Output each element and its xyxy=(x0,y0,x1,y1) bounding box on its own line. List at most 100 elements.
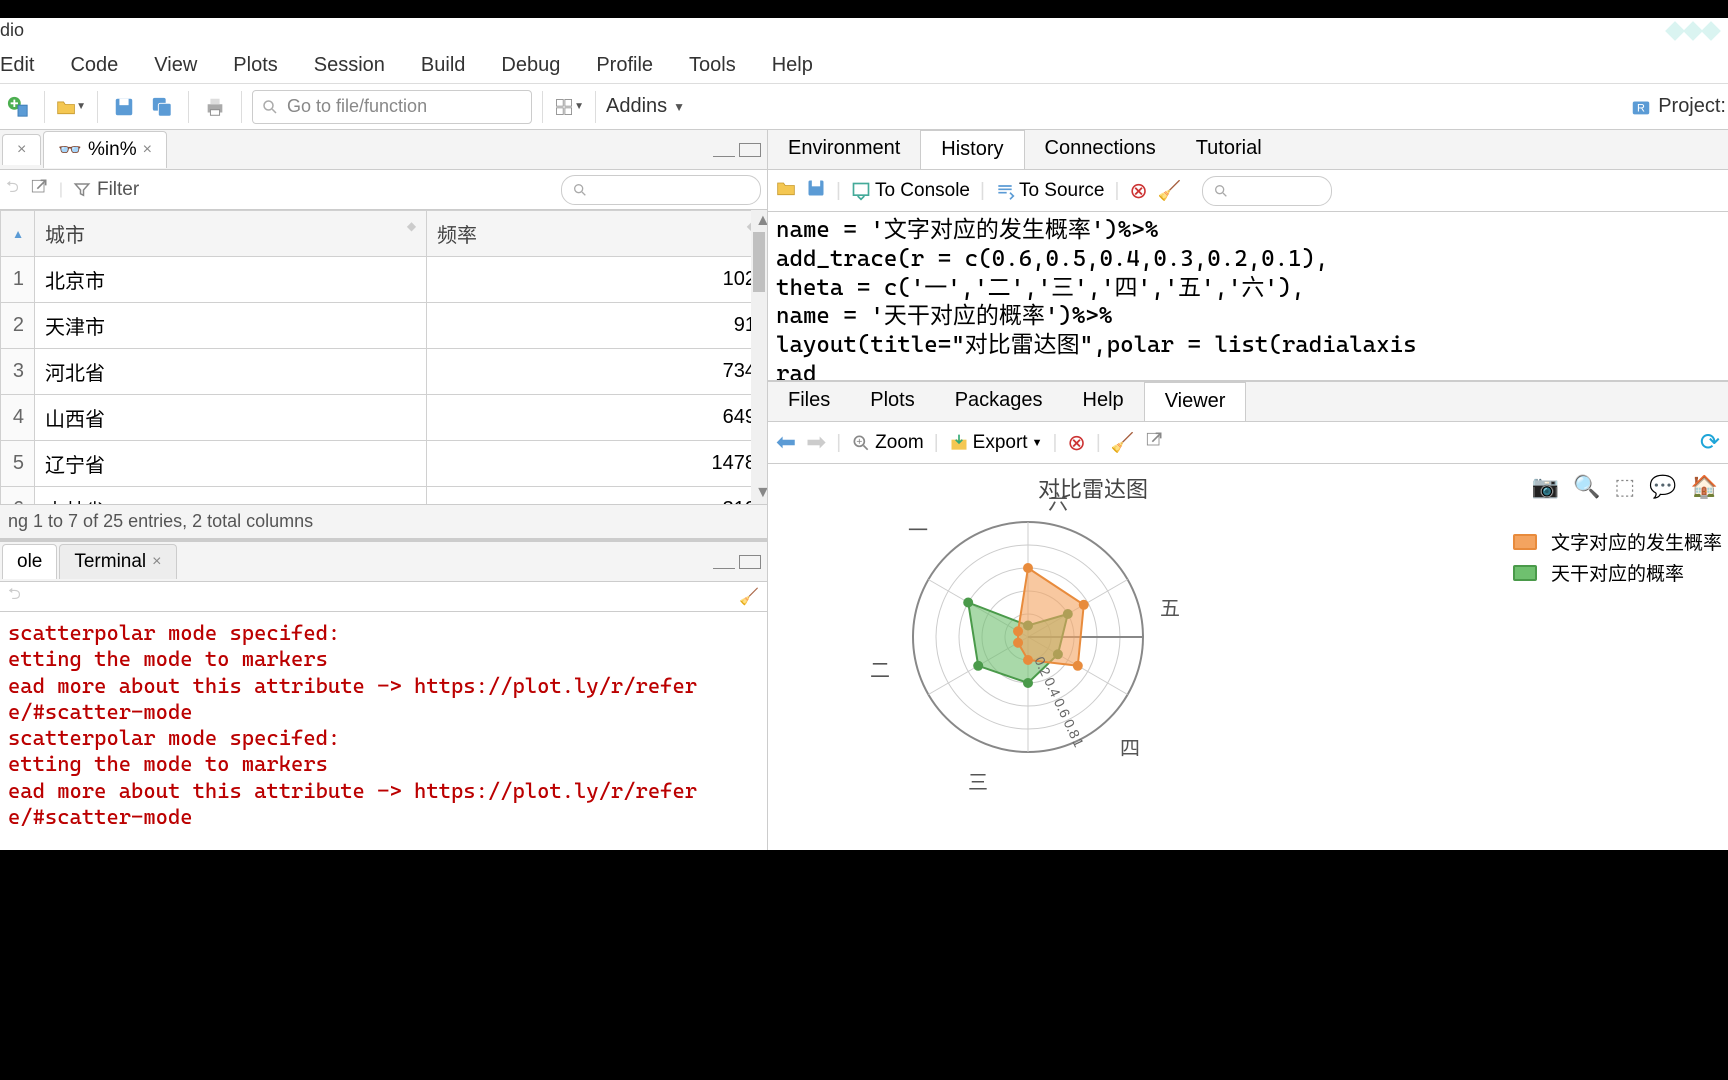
menu-view[interactable]: View xyxy=(154,54,197,77)
axis-label-2: 二 xyxy=(870,654,890,683)
save-button[interactable] xyxy=(108,91,140,123)
lasso-icon[interactable]: 💬 xyxy=(1649,474,1676,500)
to-source-button[interactable]: To Source xyxy=(995,180,1105,202)
popout-icon[interactable] xyxy=(29,177,49,202)
title-bar: dio xyxy=(0,18,1728,48)
menu-code[interactable]: Code xyxy=(70,54,118,77)
filter-button[interactable]: Filter xyxy=(73,179,139,201)
project-menu[interactable]: RProject: xyxy=(1630,95,1726,118)
close-icon[interactable]: × xyxy=(17,141,26,159)
menu-bar: Edit Code View Plots Session Build Debug… xyxy=(0,48,1728,84)
to-console-button[interactable]: To Console xyxy=(851,180,970,202)
table-row[interactable]: 6吉林省312 xyxy=(1,487,767,505)
open-icon[interactable] xyxy=(776,178,796,204)
goto-placeholder: Go to file/function xyxy=(287,96,427,117)
console-tab[interactable]: ole xyxy=(2,544,57,579)
console-tabs: ole Terminal× xyxy=(0,542,767,582)
legend-label-2[interactable]: 天干对应的概率 xyxy=(1551,559,1684,586)
col-city-header[interactable]: 城市◆ xyxy=(35,211,427,257)
tab-files[interactable]: Files xyxy=(768,382,850,421)
axis-label-6: 六 xyxy=(1048,486,1068,515)
menu-profile[interactable]: Profile xyxy=(596,54,653,77)
export-button[interactable]: Export▼ xyxy=(949,432,1043,454)
minimize-pane-icon[interactable] xyxy=(713,555,735,569)
table-scrollbar[interactable]: ▲▼ xyxy=(751,210,767,504)
broom-icon[interactable]: 🧹 xyxy=(1111,431,1135,455)
axis-label-1: 一 xyxy=(908,514,928,543)
tab-tutorial[interactable]: Tutorial xyxy=(1176,130,1282,169)
tab-packages[interactable]: Packages xyxy=(935,382,1063,421)
svg-text:R: R xyxy=(1637,102,1645,114)
legend-swatch-2 xyxy=(1513,565,1543,581)
menu-help[interactable]: Help xyxy=(772,54,813,77)
remove-icon[interactable]: ⊗ xyxy=(1067,430,1085,456)
table-row[interactable]: 5辽宁省1478 xyxy=(1,441,767,487)
axis-label-5: 五 xyxy=(1160,592,1180,621)
save-all-button[interactable] xyxy=(146,91,178,123)
menu-session[interactable]: Session xyxy=(314,54,385,77)
table-status: ng 1 to 7 of 25 entries, 2 total columns xyxy=(0,504,767,538)
save-icon[interactable] xyxy=(806,178,826,204)
refresh-icon[interactable]: ⟳ xyxy=(1700,428,1720,457)
source-tab-1[interactable]: × xyxy=(2,134,41,165)
select-icon[interactable]: ⬚ xyxy=(1614,474,1635,500)
menu-build[interactable]: Build xyxy=(421,54,465,77)
row-index-header[interactable]: ▲ xyxy=(1,211,35,257)
axis-label-3: 三 xyxy=(968,766,988,795)
watermark xyxy=(1668,24,1718,42)
menu-plots[interactable]: Plots xyxy=(233,54,277,77)
goto-file-input[interactable]: Go to file/function xyxy=(252,90,532,124)
legend-swatch-1 xyxy=(1513,534,1543,550)
tab-connections[interactable]: Connections xyxy=(1025,130,1176,169)
menu-edit[interactable]: Edit xyxy=(0,54,34,77)
camera-icon[interactable]: 📷 xyxy=(1532,474,1559,500)
close-icon[interactable]: × xyxy=(143,141,152,159)
zoom-button[interactable]: Zoom xyxy=(851,432,924,454)
maximize-pane-icon[interactable] xyxy=(739,143,761,157)
plotly-toolbar: 📷 🔍 ⬚ 💬 🏠 xyxy=(1532,474,1718,500)
source-tab-2[interactable]: 👓%in%× xyxy=(43,131,167,168)
terminal-tab[interactable]: Terminal× xyxy=(59,544,176,579)
history-search-input[interactable] xyxy=(1202,176,1332,206)
broom-icon[interactable]: 🧹 xyxy=(739,587,759,607)
table-row[interactable]: 1北京市102 xyxy=(1,257,767,303)
popout-viewer-icon[interactable] xyxy=(1144,430,1164,456)
maximize-pane-icon[interactable] xyxy=(739,555,761,569)
print-button[interactable] xyxy=(199,91,231,123)
home-icon[interactable]: 🏠 xyxy=(1691,474,1718,500)
bottom-black-bar xyxy=(0,850,1728,1080)
col-freq-header[interactable]: 频率◆ xyxy=(427,211,767,257)
history-content[interactable]: name = '文字对应的发生概率')%>% add_trace(r = c(0… xyxy=(768,212,1728,380)
tab-help[interactable]: Help xyxy=(1063,382,1144,421)
table-search-input[interactable] xyxy=(561,175,761,205)
grid-button[interactable]: ▼ xyxy=(553,91,585,123)
data-table: ▲ 城市◆ 频率◆ 1北京市1022天津市913河北省7344山西省6495辽宁… xyxy=(0,210,767,504)
main-toolbar: ▼ Go to file/function ▼ Addins▼ RProject… xyxy=(0,84,1728,130)
addins-menu[interactable]: Addins▼ xyxy=(606,95,685,118)
svg-text:0.4: 0.4 xyxy=(1041,675,1064,700)
env-tabs: Environment History Connections Tutorial xyxy=(768,130,1728,170)
console-back-icon[interactable]: ⮌ xyxy=(8,583,21,610)
new-file-button[interactable] xyxy=(2,91,34,123)
chart-legend: 文字对应的发生概率 天干对应的概率 xyxy=(1513,524,1722,590)
zoom-tool-icon[interactable]: 🔍 xyxy=(1573,474,1600,500)
open-file-button[interactable]: ▼ xyxy=(55,91,87,123)
table-row[interactable]: 3河北省734 xyxy=(1,349,767,395)
delete-icon[interactable]: ⊗ xyxy=(1129,178,1147,204)
table-row[interactable]: 2天津市91 xyxy=(1,303,767,349)
menu-tools[interactable]: Tools xyxy=(689,54,736,77)
broom-icon[interactable]: 🧹 xyxy=(1158,179,1182,203)
menu-debug[interactable]: Debug xyxy=(501,54,560,77)
forward-arrow-icon[interactable]: ➡ xyxy=(806,428,826,457)
back-arrow-icon[interactable]: ⬅ xyxy=(776,428,796,457)
minimize-pane-icon[interactable] xyxy=(713,143,735,157)
tab-environment[interactable]: Environment xyxy=(768,130,920,169)
tab-viewer[interactable]: Viewer xyxy=(1144,382,1247,421)
back-icon[interactable]: ⮌ xyxy=(6,176,19,203)
table-row[interactable]: 4山西省649 xyxy=(1,395,767,441)
legend-label-1[interactable]: 文字对应的发生概率 xyxy=(1551,528,1722,555)
close-icon[interactable]: × xyxy=(152,553,161,571)
svg-text:0.6: 0.6 xyxy=(1051,696,1074,721)
tab-history[interactable]: History xyxy=(920,130,1024,169)
tab-plots[interactable]: Plots xyxy=(850,382,934,421)
